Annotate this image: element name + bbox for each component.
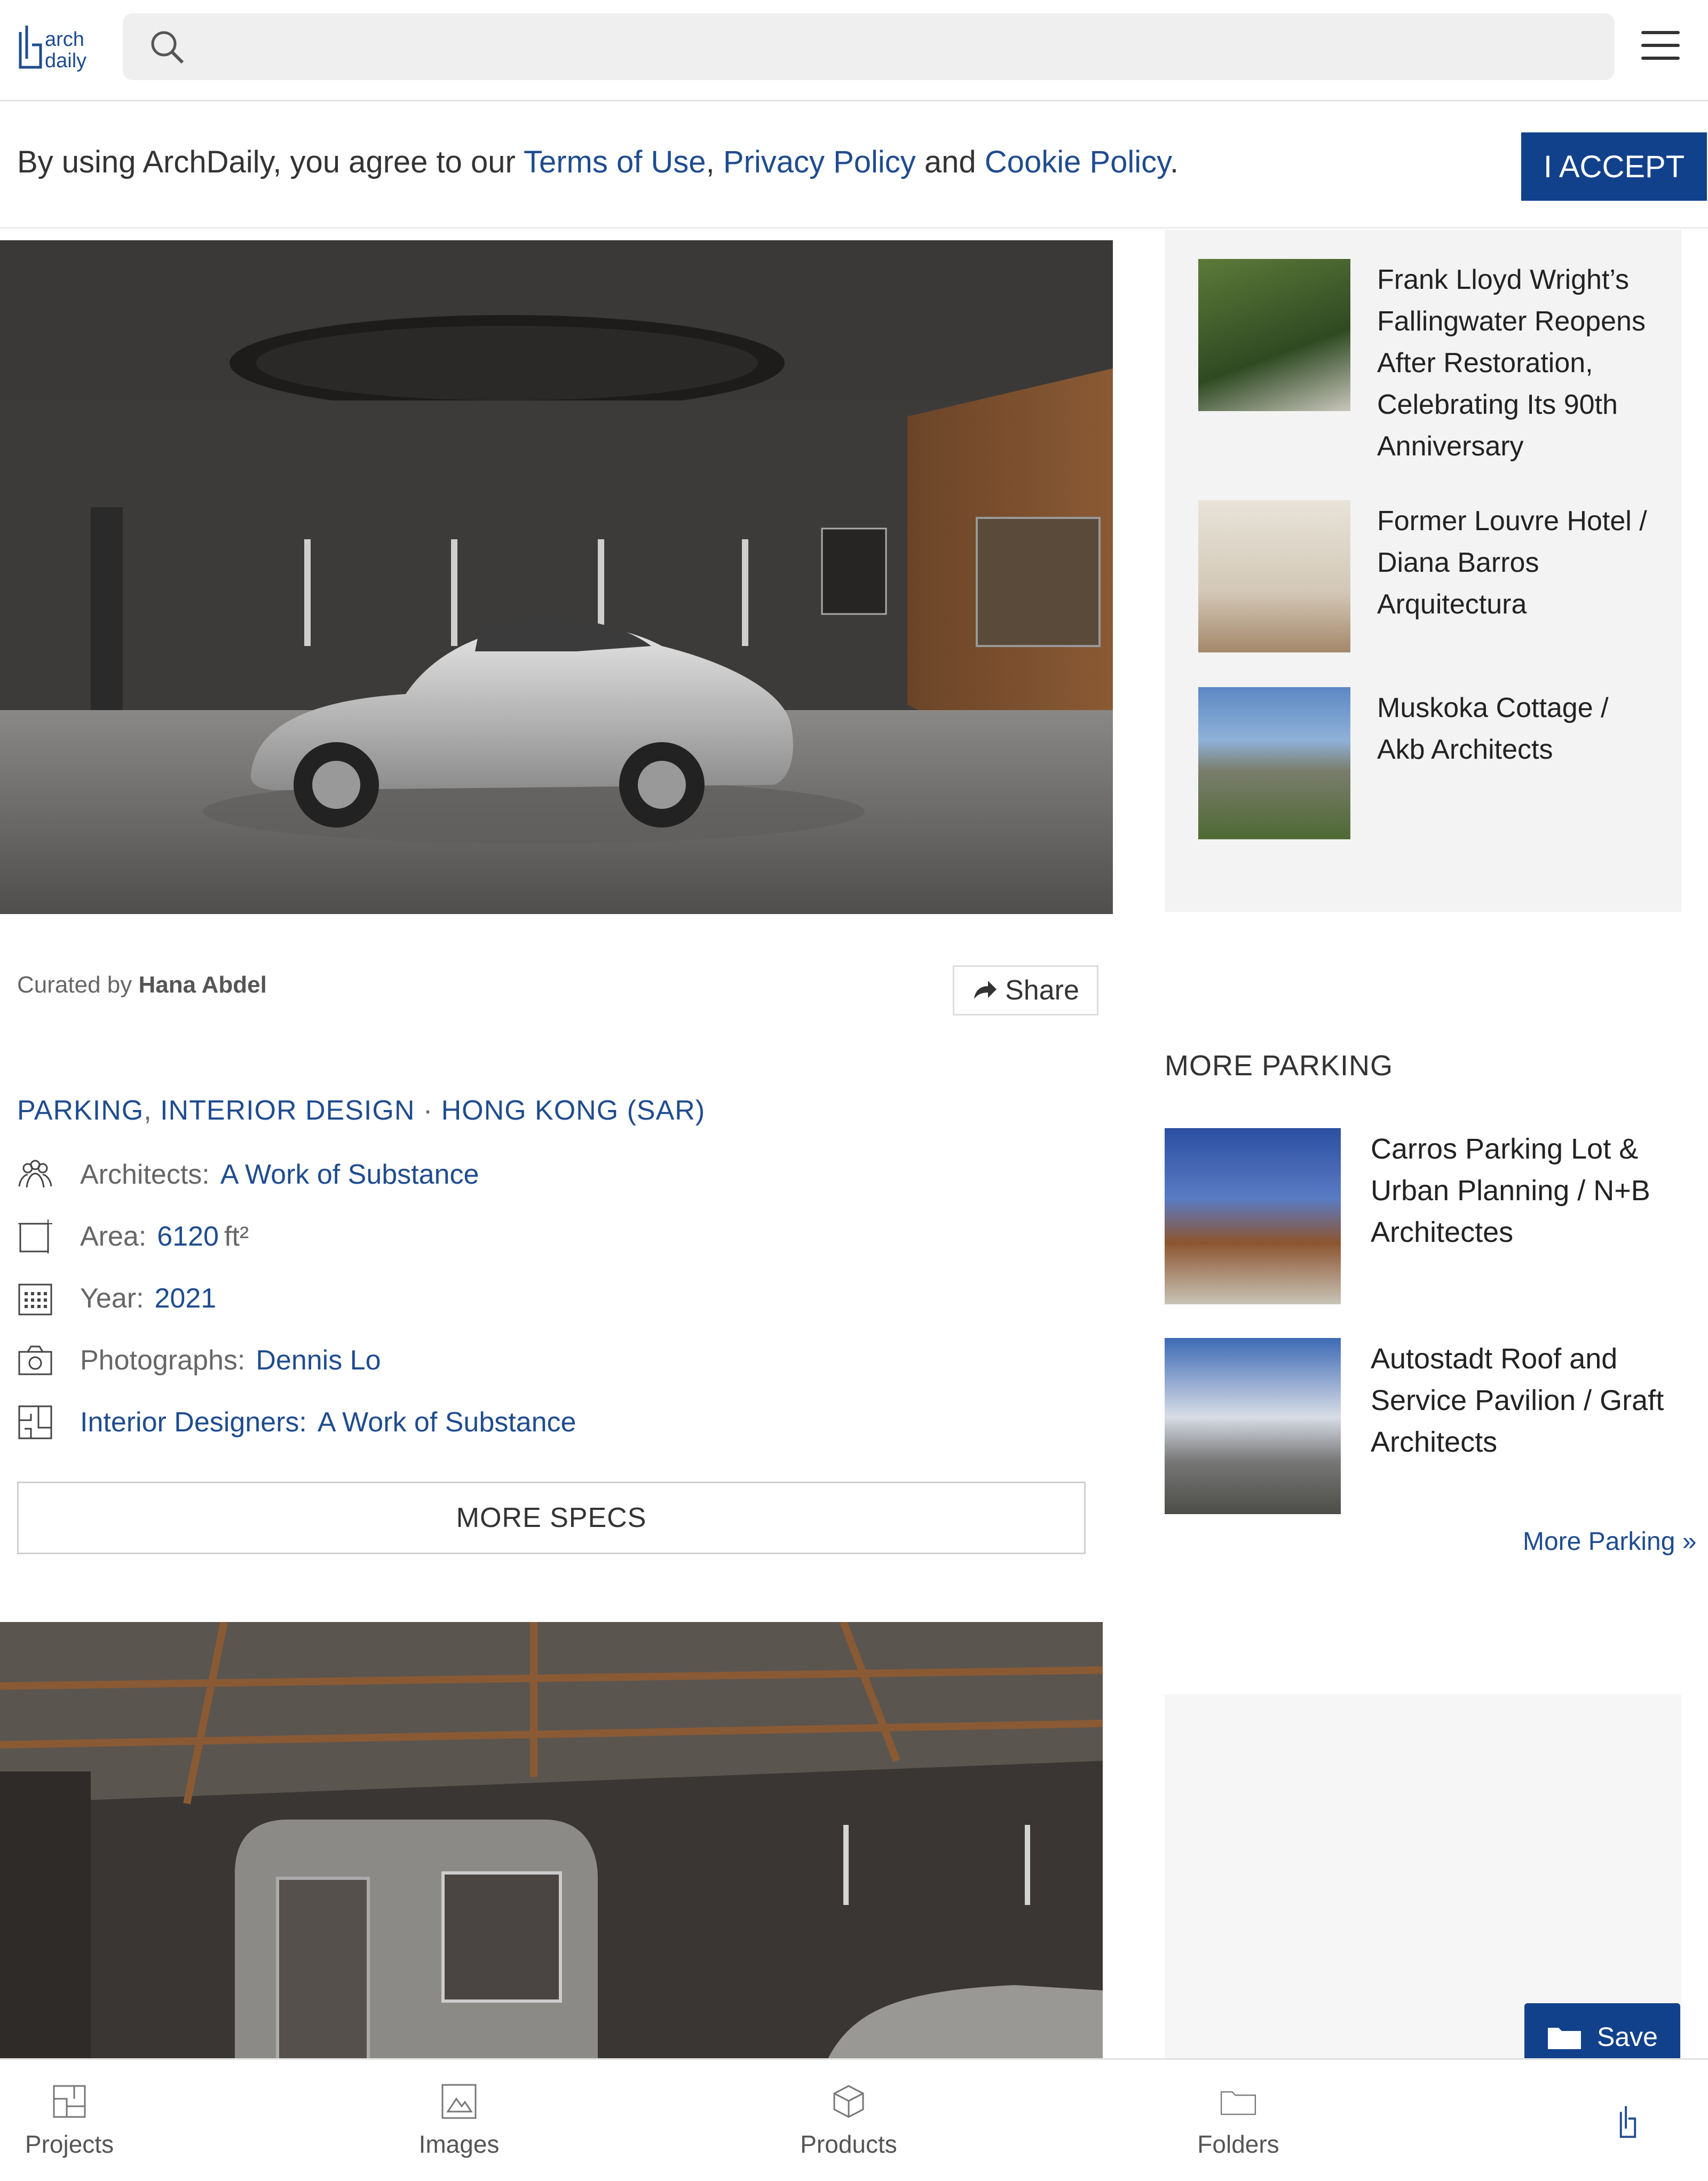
nav-label: Images <box>418 2130 500 2158</box>
hero-project-image[interactable] <box>0 240 1113 914</box>
archdaily-logo-icon <box>1619 2106 1636 2138</box>
folder-icon <box>1548 2028 1582 2049</box>
cookie-policy-link[interactable]: Cookie Policy <box>985 145 1170 179</box>
nav-label: Folders <box>1197 2130 1279 2158</box>
share-button[interactable]: Share <box>953 965 1098 1015</box>
nav-projects[interactable]: Projects <box>0 2060 139 2181</box>
more-parking-link[interactable]: More Parking » <box>1523 1527 1696 1556</box>
related-thumbnail[interactable] <box>1198 687 1350 839</box>
curated-by: Curated by Hana Abdel <box>17 972 267 998</box>
cookie-banner-text: By using ArchDaily, you agree to our Ter… <box>17 145 1179 179</box>
project-tags: PARKING, INTERIOR DESIGN · HONG KONG (SA… <box>17 1095 706 1126</box>
area-icon <box>18 1219 52 1254</box>
spec-label: Architects: <box>80 1159 210 1190</box>
more-specs-button[interactable]: MORE SPECS <box>17 1482 1086 1554</box>
tag-location[interactable]: HONG KONG (SAR) <box>441 1095 706 1126</box>
share-icon <box>974 981 997 999</box>
logo-text-daily: daily <box>45 50 86 72</box>
images-icon <box>441 2084 477 2119</box>
floorplan-icon <box>18 1405 52 1439</box>
interior-designers-link[interactable]: A Work of Substance <box>318 1406 576 1438</box>
related-thumbnail[interactable] <box>1198 500 1350 652</box>
spec-year: Year: 2021 <box>17 1277 216 1320</box>
calendar-icon <box>18 1284 52 1316</box>
products-icon <box>833 2084 864 2118</box>
spec-label: Photographs: <box>80 1345 246 1376</box>
tag-parking[interactable]: PARKING <box>17 1095 144 1126</box>
camera-icon <box>18 1345 52 1375</box>
related-title[interactable]: Former Louvre Hotel / Diana Barros Arqui… <box>1377 500 1655 625</box>
spec-architects: Architects: A Work of Substance <box>17 1153 479 1196</box>
projects-icon <box>53 2085 86 2117</box>
area-value[interactable]: 6120 <box>157 1221 219 1253</box>
hamburger-menu-icon[interactable] <box>1641 31 1680 62</box>
spec-area: Area: 6120 ft² <box>17 1215 249 1258</box>
search-bar[interactable] <box>123 13 1615 80</box>
nav-label: Projects <box>25 2130 114 2158</box>
terms-of-use-link[interactable]: Terms of Use <box>524 145 706 179</box>
project-image-2[interactable] <box>0 1622 1103 2060</box>
nav-profile[interactable] <box>1559 2060 1697 2181</box>
interior-designers-label[interactable]: Interior Designers: <box>80 1406 307 1438</box>
spec-interior-designers: Interior Designers: A Work of Substance <box>17 1401 576 1444</box>
related-title[interactable]: Muskoka Cottage / Akb Architects <box>1377 687 1655 770</box>
nav-products[interactable]: Products <box>779 2060 918 2181</box>
logo-text-arch: arch <box>45 28 84 51</box>
save-label: Save <box>1597 2022 1658 2052</box>
spec-photographs: Photographs: Dennis Lo <box>17 1339 381 1382</box>
tag-interior-design[interactable]: INTERIOR DESIGN <box>160 1095 415 1126</box>
spec-label: Area: <box>80 1221 147 1252</box>
area-unit: ft² <box>224 1221 249 1252</box>
year-link[interactable]: 2021 <box>155 1282 217 1314</box>
related-title[interactable]: Frank Lloyd Wright’s Fallingwater Reopen… <box>1377 259 1655 467</box>
nav-images[interactable]: Images <box>390 2060 528 2181</box>
spec-label: Year: <box>80 1283 144 1314</box>
share-label: Share <box>1005 975 1079 1006</box>
more-parking-title[interactable]: Autostadt Roof and Service Pavilion / Gr… <box>1371 1338 1670 1463</box>
curator-name[interactable]: Hana Abdel <box>138 972 266 998</box>
search-icon[interactable] <box>149 29 185 65</box>
nav-label: Products <box>800 2130 897 2158</box>
privacy-policy-link[interactable]: Privacy Policy <box>723 145 916 179</box>
accept-button[interactable]: I ACCEPT <box>1521 132 1707 201</box>
folders-icon <box>1220 2091 1256 2115</box>
more-parking-heading: MORE PARKING <box>1165 1050 1394 1082</box>
architects-link[interactable]: A Work of Substance <box>220 1159 479 1191</box>
people-icon <box>18 1160 52 1188</box>
bottom-navigation: Projects Images Products Folders <box>0 2058 1708 2179</box>
archdaily-logo[interactable]: arch daily <box>16 20 96 74</box>
more-parking-title[interactable]: Carros Parking Lot & Urban Planning / N+… <box>1371 1128 1670 1253</box>
photographer-link[interactable]: Dennis Lo <box>256 1344 381 1376</box>
nav-folders[interactable]: Folders <box>1169 2060 1308 2181</box>
more-parking-thumbnail[interactable] <box>1165 1128 1341 1304</box>
more-parking-thumbnail[interactable] <box>1165 1338 1341 1514</box>
related-thumbnail[interactable] <box>1198 259 1350 411</box>
